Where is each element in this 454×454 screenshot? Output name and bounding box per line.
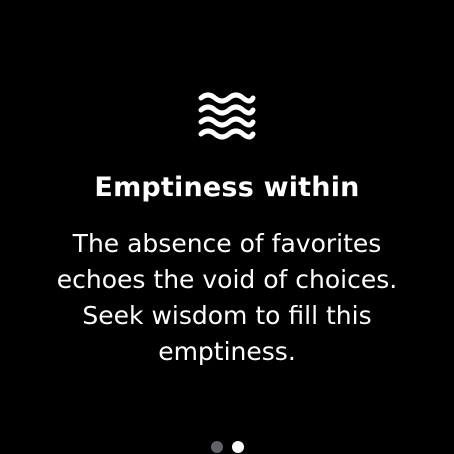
page-indicator [0,441,454,454]
page-dot-1 [210,441,223,453]
empty-state-message: The absence of favorites echoes the void… [56,229,398,366]
empty-favorites-screen: Emptiness within The absence of favorite… [0,0,454,454]
waves-icon [197,92,257,142]
page-dot-2-active [231,441,244,453]
empty-state-title: Emptiness within [94,172,360,203]
